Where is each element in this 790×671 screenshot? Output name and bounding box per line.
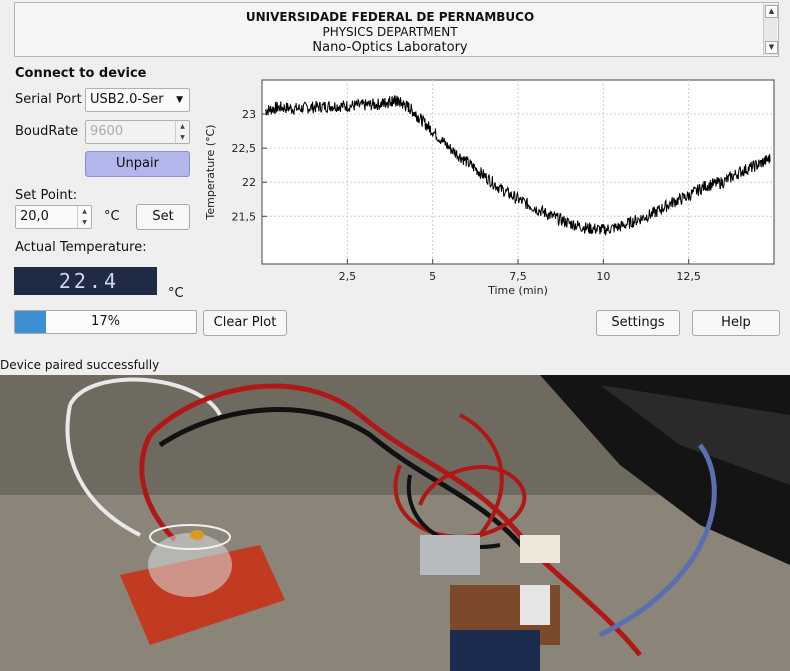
spin-down-icon[interactable]: ▼ [176, 132, 189, 143]
header-banner: UNIVERSIDADE FEDERAL DE PERNAMBUCO PHYSI… [14, 2, 779, 57]
serial-port-select[interactable]: USB2.0-Ser ▼ [85, 88, 190, 112]
y-tick-label: 21,5 [232, 210, 257, 223]
spin-up-icon[interactable]: ▲ [176, 121, 189, 132]
settings-button[interactable]: Settings [596, 310, 680, 336]
x-tick-label: 7,5 [509, 270, 527, 283]
serial-port-value: USB2.0-Ser [90, 92, 164, 107]
unpair-button[interactable]: Unpair [85, 151, 190, 177]
set-point-unit: °C [104, 209, 120, 224]
y-axis-label: Temperature (°C) [204, 125, 217, 221]
actual-temperature-unit: °C [168, 286, 184, 301]
x-tick-label: 12,5 [676, 270, 701, 283]
scroll-down-icon[interactable]: ▼ [765, 41, 778, 54]
help-button[interactable]: Help [692, 310, 780, 336]
spin-down-icon[interactable]: ▼ [78, 217, 91, 228]
y-tick-label: 22,5 [232, 142, 257, 155]
progress-bar: 17% [14, 310, 197, 334]
baud-rate-label: BoudRate [15, 124, 79, 139]
header-scrollbar[interactable]: ▲ ▼ [763, 4, 778, 55]
temperature-lcd-display: 22.4 [14, 267, 157, 295]
x-axis-label: Time (min) [487, 284, 548, 297]
set-point-spinbox[interactable]: 20,0 ▲ ▼ [15, 205, 92, 229]
y-tick-label: 23 [242, 108, 256, 121]
department-name: PHYSICS DEPARTMENT [322, 25, 458, 39]
hardware-photo [0, 375, 790, 671]
progress-text: 17% [91, 314, 120, 329]
y-tick-label: 22 [242, 176, 256, 189]
scroll-up-icon[interactable]: ▲ [765, 5, 778, 18]
temperature-chart: 2,5 5 7,5 10 12,5 21,5 22 22,5 23 Time (min) Tempe… [204, 79, 775, 297]
set-point-value: 20,0 [20, 209, 49, 224]
set-point-label: Set Point: [15, 188, 78, 203]
connect-title: Connect to device [15, 66, 147, 81]
set-button[interactable]: Set [136, 204, 190, 230]
x-tick-label: 10 [596, 270, 610, 283]
actual-temperature-label: Actual Temperature: [15, 240, 147, 255]
baud-rate-spinbox[interactable]: 9600 ▲ ▼ [85, 120, 190, 144]
spin-up-icon[interactable]: ▲ [78, 206, 91, 217]
x-tick-label: 5 [429, 270, 436, 283]
x-tick-label: 2,5 [339, 270, 357, 283]
baud-rate-value: 9600 [90, 124, 124, 139]
chevron-down-icon: ▼ [176, 95, 183, 105]
lab-name: Nano-Optics Laboratory [312, 40, 468, 55]
clear-plot-button[interactable]: Clear Plot [203, 310, 287, 336]
serial-port-label: Serial Port [15, 92, 82, 107]
university-name: UNIVERSIDADE FEDERAL DE PERNAMBUCO [245, 10, 535, 24]
status-bar-message: Device paired successfully [0, 358, 160, 372]
